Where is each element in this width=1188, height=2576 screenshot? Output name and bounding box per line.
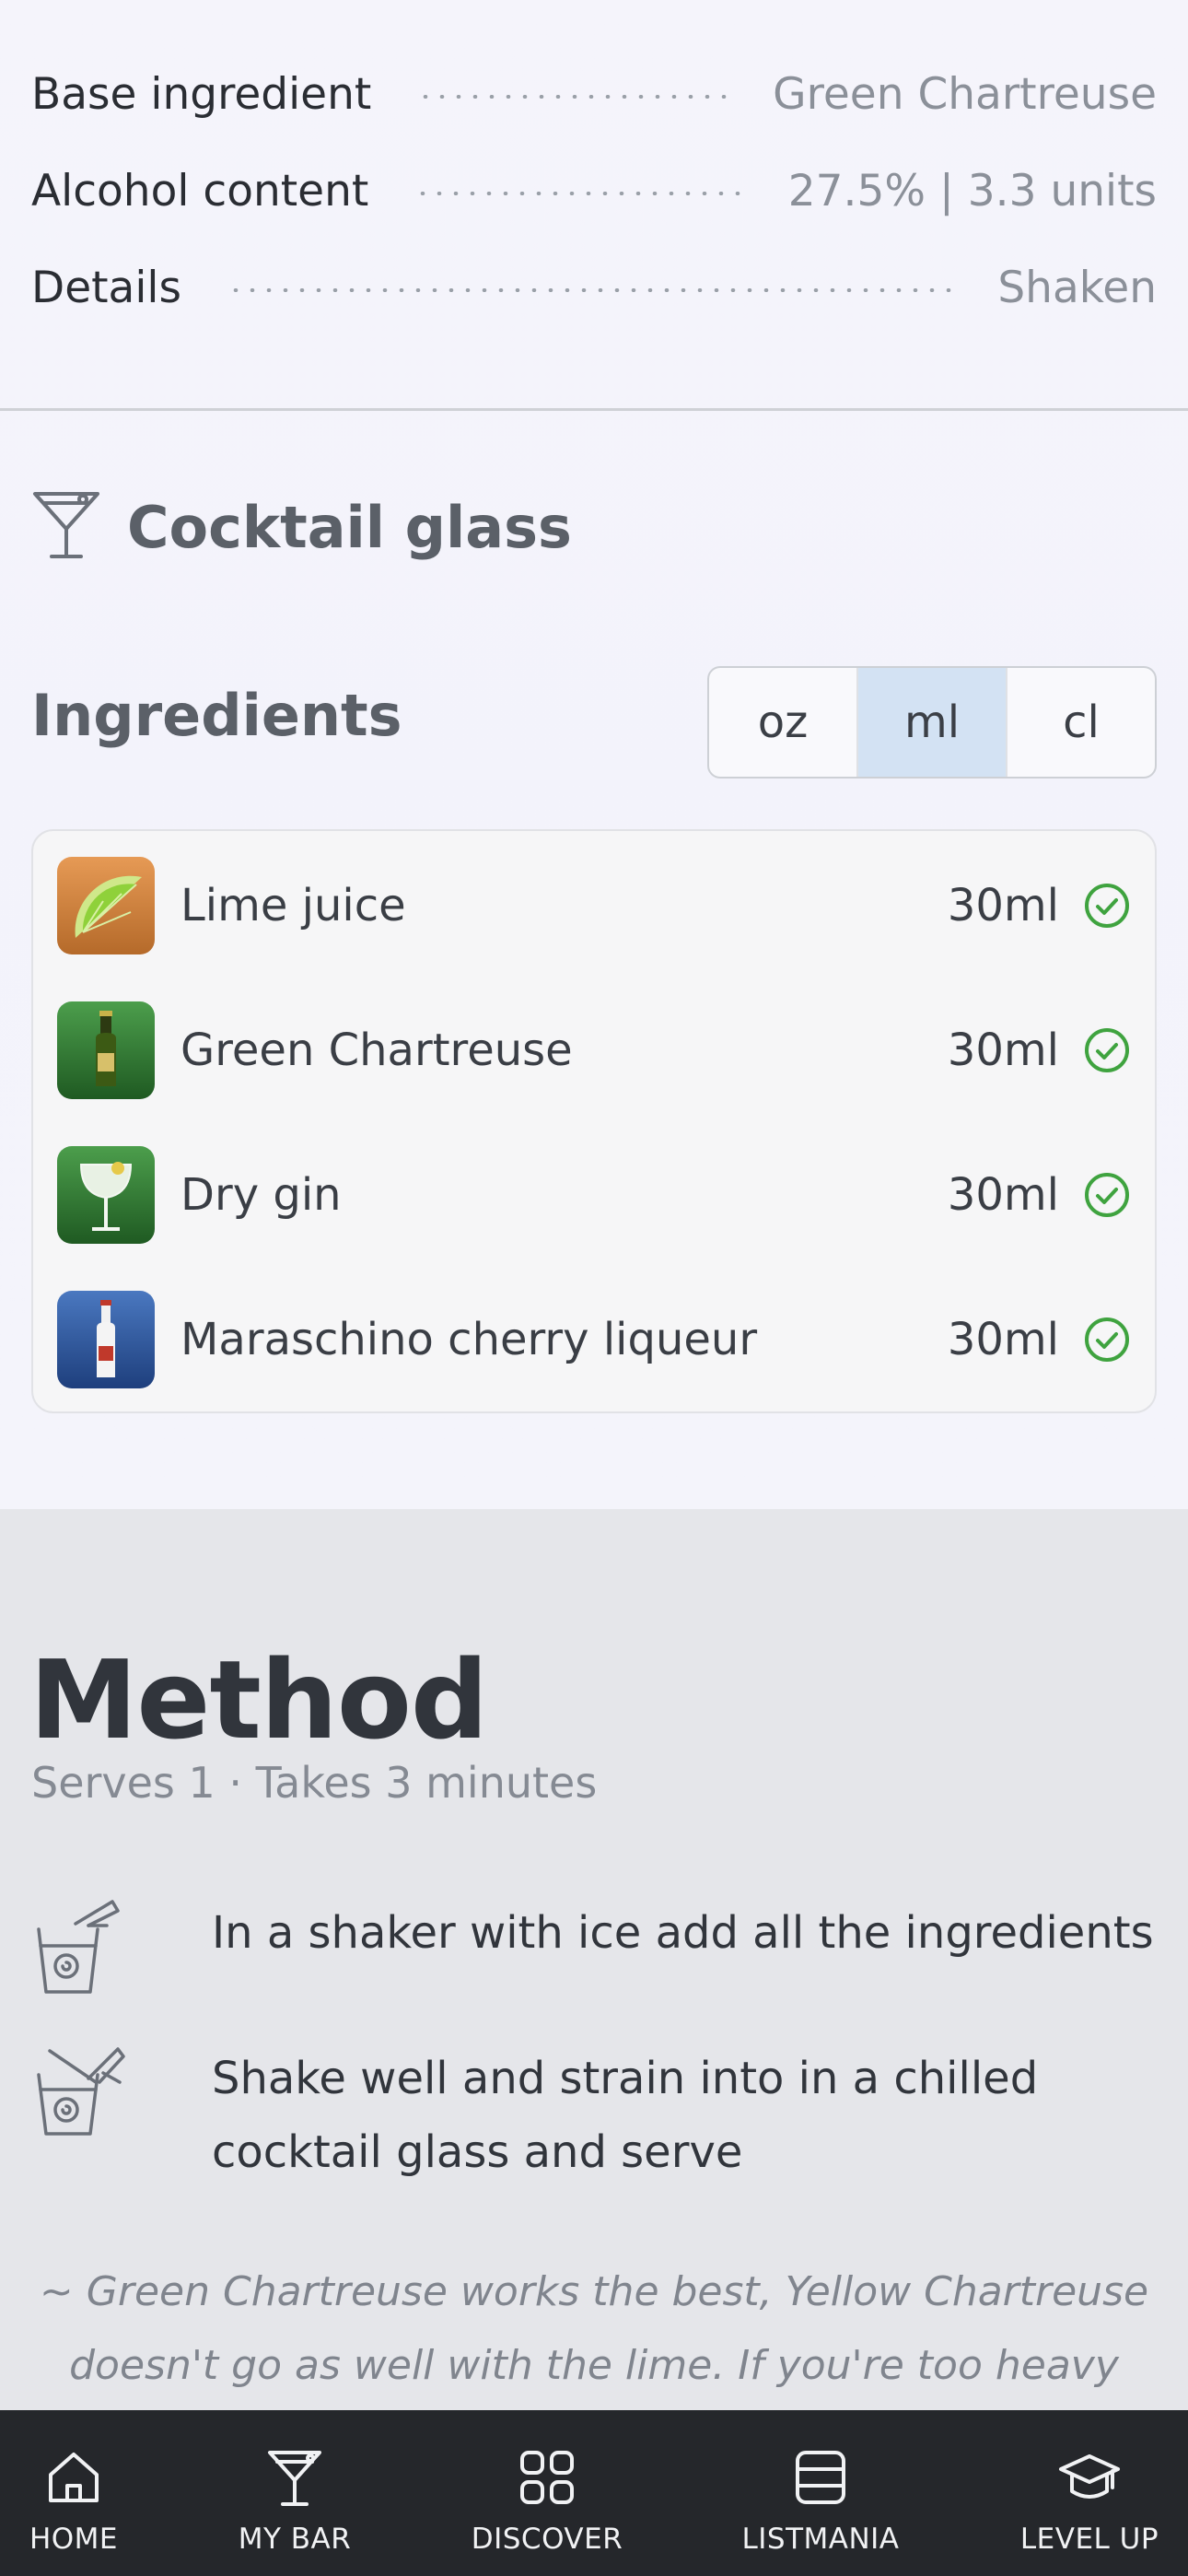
step-text: Shake well and strain into in a chilled …	[212, 2042, 1038, 2189]
method-step: In a shaker with ice add all the ingredi…	[31, 1896, 1157, 2001]
ingredient-name: Dry gin	[181, 1169, 342, 1221]
list-item[interactable]: Green Chartreuse 30ml	[57, 1001, 1131, 1099]
detail-value: Green Chartreuse	[773, 68, 1157, 120]
detail-label: Alcohol content	[31, 165, 369, 217]
detail-label: Base ingredient	[31, 68, 372, 120]
ingredient-name: Maraschino cherry liqueur	[181, 1314, 758, 1365]
nav-home[interactable]: HOME	[0, 2410, 184, 2576]
ingredient-amount: 30ml	[947, 1025, 1059, 1076]
recipe-details: Base ingredient Green Chartreuse Alcohol…	[0, 0, 1188, 553]
shaker-strain-icon	[31, 2042, 133, 2189]
lime-icon	[57, 857, 155, 954]
step-line: cocktail glass and serve	[212, 2126, 743, 2178]
nav-level-up[interactable]: LEVEL UP	[979, 2410, 1188, 2576]
detail-row-base-ingredient: Base ingredient Green Chartreuse	[31, 62, 1157, 126]
method-title: Method	[29, 1636, 488, 1763]
home-icon	[49, 2453, 99, 2502]
ingredient-amount: 30ml	[947, 1169, 1059, 1221]
detail-row-details: Details Shaken	[31, 255, 1157, 320]
nav-listmania[interactable]: LISTMANIA	[710, 2410, 931, 2576]
unit-cl-button[interactable]: cl	[1006, 668, 1155, 777]
step-line: In a shaker with ice add all the ingredi…	[212, 1907, 1154, 1959]
grid-icon	[520, 2451, 574, 2504]
section-divider	[0, 408, 1188, 411]
glass-label: Cocktail glass	[127, 493, 572, 561]
check-circle-icon	[1083, 1171, 1131, 1219]
nav-label: MY BAR	[238, 2523, 352, 2556]
unit-toggle: oz ml cl	[707, 666, 1157, 779]
note-line: ~ Green Chartreuse works the best, Yello…	[39, 2268, 1149, 2315]
cocktail-glass-icon	[268, 2451, 321, 2506]
check-circle-icon	[1083, 1026, 1131, 1074]
unit-ml-button[interactable]: ml	[856, 668, 1006, 777]
gin-glass-icon	[57, 1146, 155, 1244]
graduation-cap-icon	[1059, 2454, 1120, 2499]
step-text: In a shaker with ice add all the ingredi…	[212, 1896, 1154, 2001]
white-bottle-icon	[57, 1291, 155, 1388]
detail-value: Shaken	[997, 262, 1157, 313]
green-bottle-icon	[57, 1001, 155, 1099]
cocktail-glass-icon	[29, 488, 103, 566]
unit-oz-button[interactable]: oz	[709, 668, 856, 777]
shaker-add-icon	[31, 1896, 133, 2001]
list-item[interactable]: Maraschino cherry liqueur 30ml	[57, 1291, 1131, 1388]
method-subtitle: Serves 1 · Takes 3 minutes	[31, 1758, 598, 1808]
dotted-leader	[227, 288, 952, 292]
nav-label: LEVEL UP	[1019, 2523, 1159, 2556]
ingredients-title: Ingredients	[31, 682, 402, 749]
check-circle-icon	[1083, 1316, 1131, 1364]
ingredient-name: Lime juice	[181, 880, 406, 931]
bottom-nav: HOME MY BAR DISCOVER LISTMANIA LEVEL UP	[0, 2410, 1188, 2576]
check-circle-icon	[1083, 882, 1131, 930]
list-item[interactable]: Dry gin 30ml	[57, 1146, 1131, 1244]
ingredients-list: Lime juice 30ml Green Chartreuse 30ml Dr…	[31, 829, 1157, 1413]
list-item[interactable]: Lime juice 30ml	[57, 857, 1131, 954]
glass-info: Cocktail glass	[29, 488, 572, 566]
detail-value: 27.5% | 3.3 units	[787, 165, 1157, 217]
method-step: Shake well and strain into in a chilled …	[31, 2042, 1157, 2189]
ingredient-name: Green Chartreuse	[181, 1025, 573, 1076]
nav-label: HOME	[29, 2523, 119, 2556]
step-line: Shake well and strain into in a chilled	[212, 2053, 1039, 2104]
nav-discover[interactable]: DISCOVER	[437, 2410, 658, 2576]
nav-label: DISCOVER	[471, 2523, 623, 2556]
ingredient-amount: 30ml	[947, 880, 1059, 931]
dotted-leader	[414, 192, 742, 195]
dotted-leader	[417, 95, 728, 99]
nav-my-bar[interactable]: MY BAR	[184, 2410, 405, 2576]
ingredient-amount: 30ml	[947, 1314, 1059, 1365]
detail-row-alcohol-content: Alcohol content 27.5% | 3.3 units	[31, 158, 1157, 223]
detail-label: Details	[31, 262, 181, 313]
nav-label: LISTMANIA	[741, 2523, 900, 2556]
list-icon	[796, 2451, 845, 2504]
